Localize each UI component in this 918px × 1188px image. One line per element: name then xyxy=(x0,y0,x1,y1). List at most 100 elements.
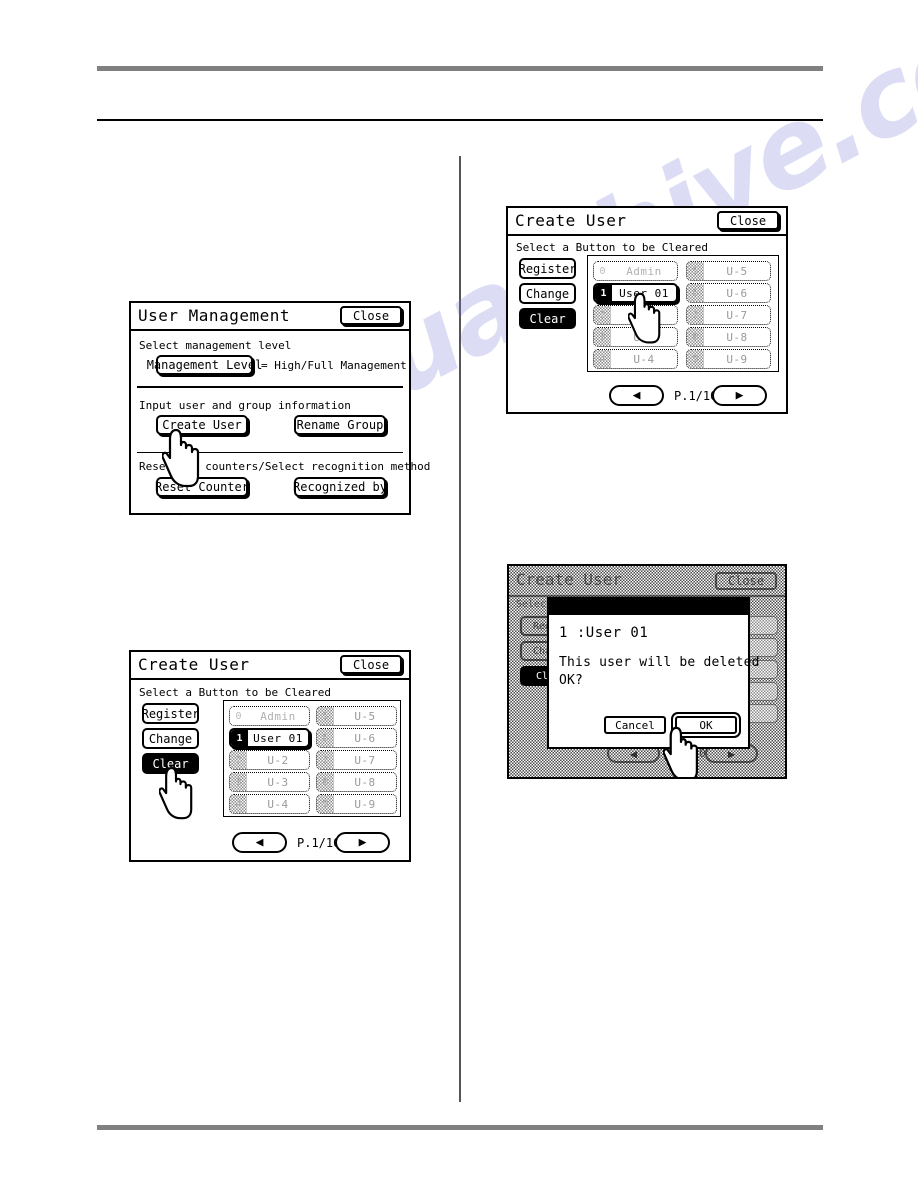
user-label: U-8 xyxy=(354,775,376,789)
user-button-u9-2[interactable]: 9 U-9 xyxy=(686,349,771,369)
rename-group-button[interactable]: Rename Group xyxy=(294,415,386,435)
change-button-2[interactable]: Change xyxy=(519,283,576,304)
user-index: 5 xyxy=(317,707,334,725)
user-button-u7-2[interactable]: 7 U-7 xyxy=(686,305,771,325)
create-user-panel-2: Create User Close Select a Button to be … xyxy=(506,206,788,414)
select-management-level-label: Select management level xyxy=(139,339,292,352)
create-user-2-title: Create User xyxy=(515,211,627,230)
register-button-1[interactable]: Register xyxy=(142,703,199,724)
user-button-u7-1[interactable]: 7 U-7 xyxy=(316,750,397,770)
user-button-u8-2[interactable]: 8 U-8 xyxy=(686,327,771,347)
user-button-u3-1[interactable]: 3 U-3 xyxy=(229,772,310,792)
user-label: U-6 xyxy=(726,286,748,300)
user-label: U-7 xyxy=(726,308,748,322)
user-grid-2: 0 Admin 1 User 01 2 3 U-3 4 U-4 5 U-5 6 … xyxy=(587,255,779,372)
user-label: U-3 xyxy=(633,330,655,344)
confirm-dialog-panel: Create User Close Select a Button to be … xyxy=(507,564,787,779)
user-index: 9 xyxy=(317,795,334,813)
user-label: U-4 xyxy=(267,797,289,811)
modal-titlebar xyxy=(549,599,748,615)
dialog-background-close-button: Close xyxy=(715,572,777,590)
section-divider-2 xyxy=(137,452,403,453)
next-page-button-1[interactable]: ▶ xyxy=(335,832,390,853)
hand-pointer-icon xyxy=(159,766,193,822)
user-index: 7 xyxy=(687,306,704,324)
user-management-close-button[interactable]: Close xyxy=(340,306,402,325)
user-index: 2 xyxy=(594,306,611,324)
reset-counter-button[interactable]: Reset Counter xyxy=(155,477,249,497)
user-label: U-8 xyxy=(726,330,748,344)
user-button-u8-1[interactable]: 8 U-8 xyxy=(316,772,397,792)
user-index: 3 xyxy=(594,328,611,346)
user-button-user01-1[interactable]: 1 User 01 xyxy=(229,728,310,748)
header-rule-black xyxy=(97,119,823,121)
user-index: 6 xyxy=(687,284,704,302)
user-index: 8 xyxy=(687,328,704,346)
header-rule-gray xyxy=(97,66,823,71)
modal-user-line: 1 :User 01 xyxy=(559,625,649,641)
create-user-1-subtitle: Select a Button to be Cleared xyxy=(139,686,332,699)
user-index: 6 xyxy=(317,729,334,747)
user-button-u9-1[interactable]: 9 U-9 xyxy=(316,794,397,814)
change-button-1[interactable]: Change xyxy=(142,728,199,749)
page-indicator-2: P.1/10 xyxy=(674,389,718,403)
management-level-button[interactable]: Management Level xyxy=(147,355,262,375)
triangle-left-icon: ◀ xyxy=(255,835,264,850)
column-divider xyxy=(459,156,461,1102)
management-level-value: = High/Full Management xyxy=(261,359,407,372)
create-user-button[interactable]: Create User xyxy=(156,415,248,435)
user-label: U-2 xyxy=(267,753,289,767)
user-button-u5-2[interactable]: 5 U-5 xyxy=(686,261,771,281)
create-user-2-close-button[interactable]: Close xyxy=(717,211,779,230)
user-button-admin-1[interactable]: 0 Admin xyxy=(229,706,310,726)
user-button-u3-2[interactable]: 3 U-3 xyxy=(593,327,678,347)
dialog-background-title: Create User xyxy=(516,570,622,589)
user-button-u5-1[interactable]: 5 U-5 xyxy=(316,706,397,726)
user-index: 9 xyxy=(687,350,704,368)
modal-cancel-button[interactable]: Cancel xyxy=(604,716,666,734)
user-label: U-9 xyxy=(726,352,748,366)
input-user-group-label: Input user and group information xyxy=(139,399,351,412)
user-button-u2-2[interactable]: 2 xyxy=(593,305,678,325)
user-grid-1: 0 Admin 1 User 01 2 U-2 3 U-3 4 U-4 5 U-… xyxy=(223,700,401,817)
user-index: 4 xyxy=(594,350,611,368)
prev-page-button-1[interactable]: ◀ xyxy=(232,832,287,853)
clear-button-2[interactable]: Clear xyxy=(519,308,576,329)
user-label: U-3 xyxy=(267,775,289,789)
user-label: U-5 xyxy=(726,264,748,278)
user-button-u6-1[interactable]: 6 U-6 xyxy=(316,728,397,748)
create-user-1-close-button[interactable]: Close xyxy=(340,655,402,674)
user-index: 5 xyxy=(687,262,704,280)
recognized-by-button[interactable]: Recognized by xyxy=(293,477,387,497)
user-button-u4-1[interactable]: 4 U-4 xyxy=(229,794,310,814)
user-index: 3 xyxy=(230,773,247,791)
section-divider-1 xyxy=(137,386,403,388)
user-label: User 01 xyxy=(619,286,669,300)
prev-page-button-2[interactable]: ◀ xyxy=(609,385,664,406)
user-button-user01-2[interactable]: 1 User 01 xyxy=(593,283,678,303)
user-button-u2-1[interactable]: 2 U-2 xyxy=(229,750,310,770)
user-index: 2 xyxy=(230,751,247,769)
create-user-1-title: Create User xyxy=(138,655,250,674)
user-management-title-row: User Management Close xyxy=(131,303,409,331)
user-management-title: User Management xyxy=(138,306,290,325)
user-label: U-7 xyxy=(354,753,376,767)
user-label: U-5 xyxy=(354,709,376,723)
user-label: User 01 xyxy=(253,731,303,745)
user-label: Admin xyxy=(626,264,662,278)
user-button-u6-2[interactable]: 6 U-6 xyxy=(686,283,771,303)
user-button-u4-2[interactable]: 4 U-4 xyxy=(593,349,678,369)
user-label: U-9 xyxy=(354,797,376,811)
user-label: U-6 xyxy=(354,731,376,745)
create-user-2-title-row: Create User Close xyxy=(508,208,786,236)
user-index: 1 xyxy=(231,730,248,746)
create-user-panel-1: Create User Close Select a Button to be … xyxy=(129,650,411,862)
user-button-admin-2[interactable]: 0 Admin xyxy=(593,261,678,281)
user-index: 0 xyxy=(594,262,611,280)
register-button-2[interactable]: Register xyxy=(519,258,576,279)
clear-button-1[interactable]: Clear xyxy=(142,753,199,774)
user-label: U-4 xyxy=(633,352,655,366)
modal-ok-button[interactable]: OK xyxy=(675,716,737,734)
next-page-button-2[interactable]: ▶ xyxy=(712,385,767,406)
triangle-right-icon: ▶ xyxy=(735,388,744,403)
